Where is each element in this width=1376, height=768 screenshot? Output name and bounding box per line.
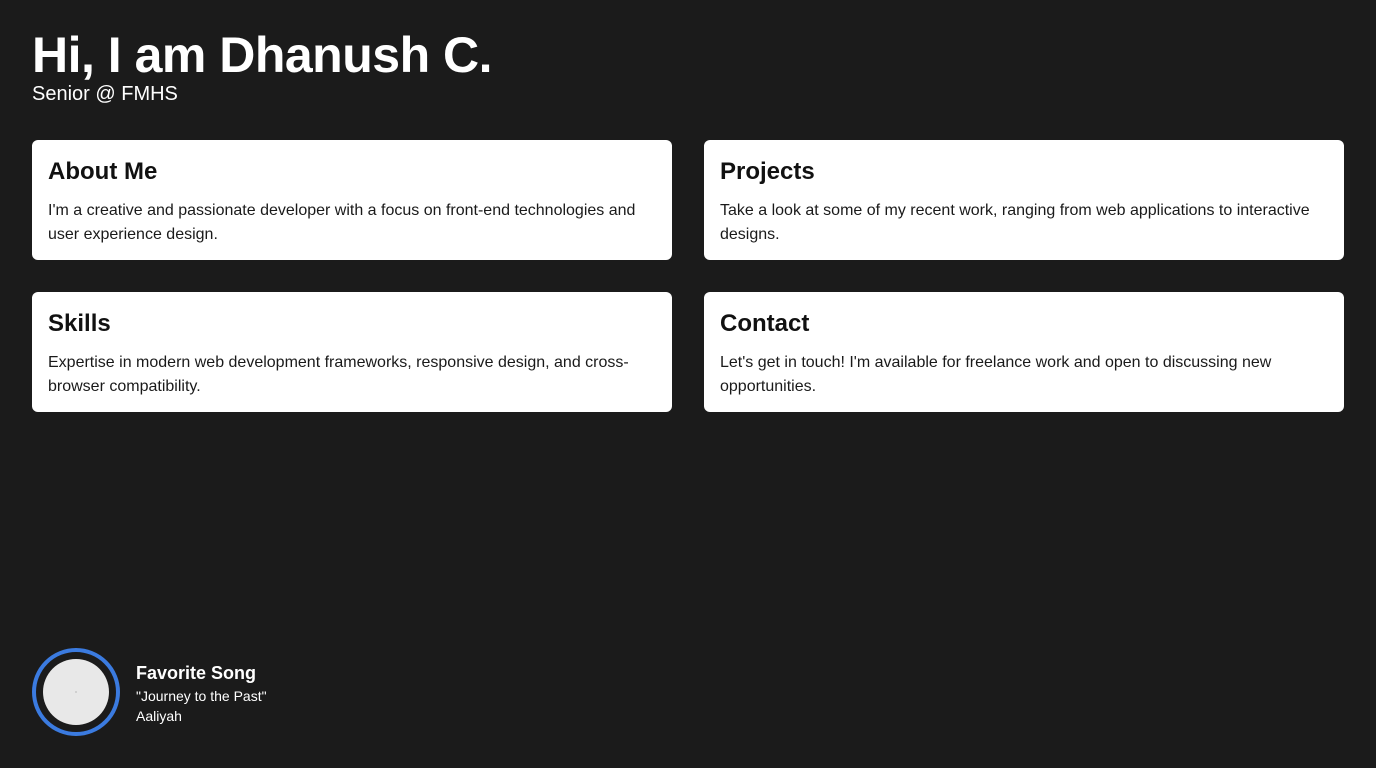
song-title: "Journey to the Past": [136, 688, 267, 704]
card-title: Projects: [720, 158, 815, 185]
projects-card[interactable]: Projects Take a look at some of my recen…: [704, 140, 1344, 260]
card-title: Skills: [48, 310, 111, 337]
card-grid: About Me I'm a creative and passionate d…: [32, 140, 1344, 412]
skills-card[interactable]: Skills Expertise in modern web developme…: [32, 292, 672, 412]
song-artist: Aaliyah: [136, 708, 182, 724]
favorite-song-widget: Favorite Song "Journey to the Past" Aali…: [32, 648, 267, 736]
card-title: About Me: [48, 158, 158, 185]
disc-center: [75, 691, 77, 693]
song-info: Favorite Song "Journey to the Past" Aali…: [136, 662, 267, 726]
card-text: I'm a creative and passionate developer …: [48, 202, 636, 243]
page-title: Hi, I am Dhanush C.: [32, 27, 493, 83]
card-title: Contact: [720, 310, 810, 337]
page-subtitle: Senior @ FMHS: [32, 83, 178, 105]
card-text: Let's get in touch! I'm available for fr…: [720, 354, 1272, 395]
card-text: Expertise in modern web development fram…: [48, 354, 629, 395]
vinyl-disc-icon[interactable]: [32, 648, 120, 736]
about-me-card[interactable]: About Me I'm a creative and passionate d…: [32, 140, 672, 260]
song-heading: Favorite Song: [136, 663, 257, 683]
disc-face: [43, 659, 109, 725]
header: Hi, I am Dhanush C. Senior @ FMHS: [32, 26, 493, 106]
contact-card[interactable]: Contact Let's get in touch! I'm availabl…: [704, 292, 1344, 412]
page: Hi, I am Dhanush C. Senior @ FMHS About …: [0, 0, 1376, 768]
card-text: Take a look at some of my recent work, r…: [720, 202, 1310, 243]
